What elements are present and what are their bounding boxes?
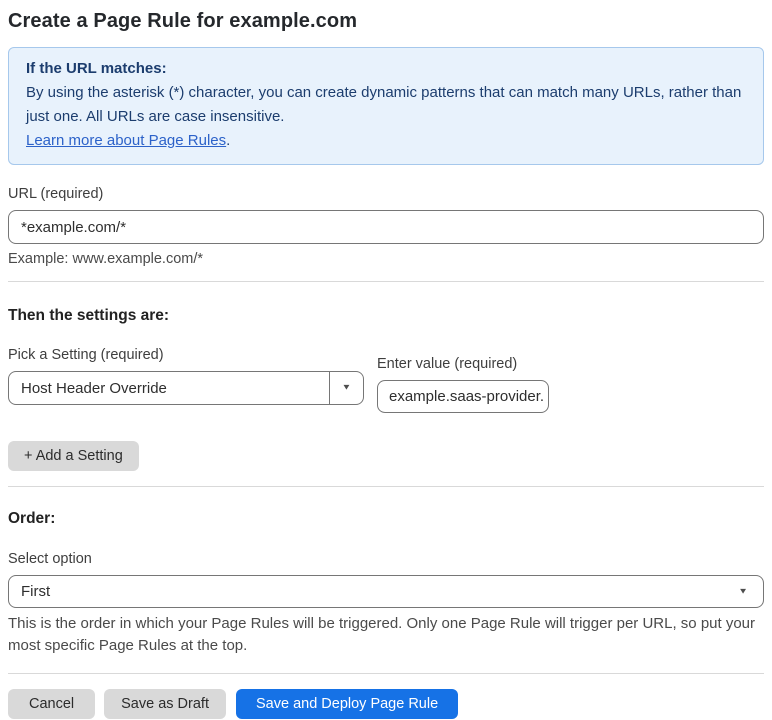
url-section: URL (required) Example: www.example.com/… — [8, 185, 764, 268]
order-helper-text: This is the order in which your Page Rul… — [8, 615, 756, 654]
select-option-label: Select option — [8, 551, 92, 567]
link-period: . — [226, 132, 231, 149]
enter-value-field: Enter value (required) — [377, 346, 549, 413]
settings-section-heading: Then the settings are: — [8, 307, 170, 324]
footer-actions: Cancel Save as Draft Save and Deploy Pag… — [8, 689, 764, 719]
url-example-helper: Example: www.example.com/* — [8, 251, 204, 267]
pick-setting-select[interactable]: Host Header Override ▼ — [8, 371, 364, 405]
cancel-button[interactable]: Cancel — [8, 689, 96, 719]
order-select-value: First — [21, 583, 51, 600]
save-deploy-button[interactable]: Save and Deploy Page Rule — [235, 689, 459, 719]
order-field: Select option First ▼ This is the order … — [8, 550, 764, 657]
order-select[interactable]: First ▼ — [8, 575, 764, 608]
page-rule-form: Create a Page Rule for example.com If th… — [0, 9, 772, 719]
url-match-info-box: If the URL matches: By using the asteris… — [8, 47, 764, 165]
enter-value-label: Enter value (required) — [377, 356, 518, 372]
url-label: URL (required) — [8, 186, 104, 202]
chevron-down-icon: ▼ — [738, 586, 748, 596]
save-draft-button[interactable]: Save as Draft — [104, 689, 226, 719]
info-box-body: By using the asterisk (*) character, you… — [26, 84, 742, 125]
learn-more-link[interactable]: Learn more about Page Rules — [26, 132, 226, 149]
add-setting-button[interactable]: + Add a Setting — [8, 441, 139, 471]
info-box-link-line: Learn more about Page Rules. — [26, 129, 746, 153]
divider — [8, 281, 764, 282]
pick-setting-label: Pick a Setting (required) — [8, 347, 164, 363]
divider — [8, 673, 764, 674]
chevron-down-icon: ▼ — [341, 383, 352, 393]
divider — [8, 486, 764, 487]
setting-value-input[interactable] — [377, 380, 549, 413]
url-input[interactable] — [8, 210, 764, 244]
info-box-heading: If the URL matches: — [26, 60, 167, 77]
pick-setting-value: Host Header Override — [21, 379, 167, 397]
page-title: Create a Page Rule for example.com — [8, 10, 358, 32]
pick-setting-field: Pick a Setting (required) Host Header Ov… — [8, 346, 364, 413]
settings-row: Pick a Setting (required) Host Header Ov… — [8, 346, 764, 413]
order-section-heading: Order: — [8, 510, 56, 527]
pick-setting-dropdown-button[interactable]: ▼ — [329, 372, 363, 404]
